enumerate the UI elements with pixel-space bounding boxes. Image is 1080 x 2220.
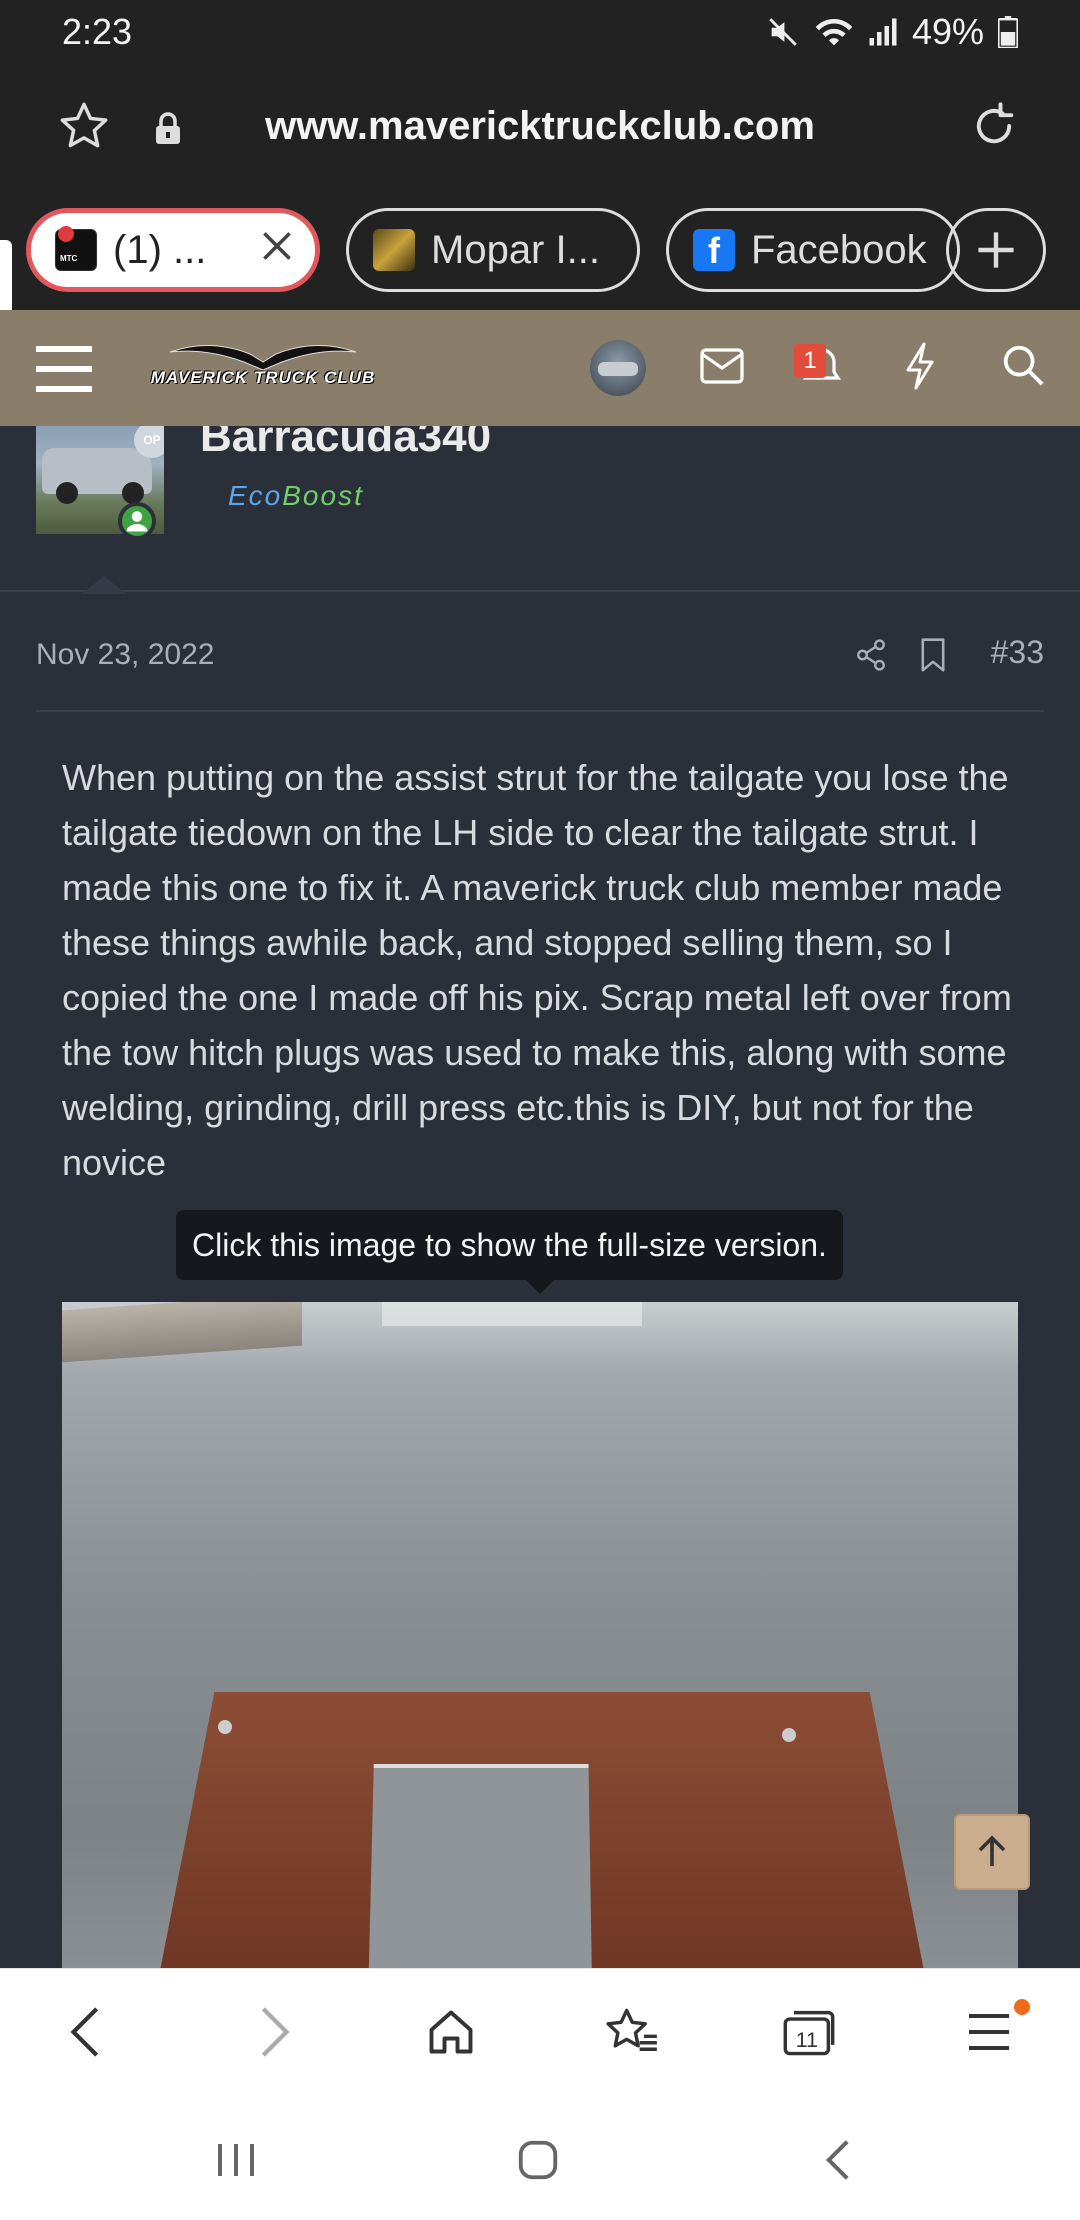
post-author: OP Barracuda340 EcoBoost [0, 426, 1080, 594]
post-number[interactable]: #33 [991, 634, 1044, 671]
mopar-favicon-icon [373, 229, 415, 271]
bookmarks-button[interactable] [596, 1997, 666, 2067]
back-button[interactable] [52, 1997, 122, 2067]
title-part-eco: Eco [228, 480, 283, 511]
account-avatar[interactable] [590, 340, 646, 396]
post-content: OP Barracuda340 EcoBoost Nov 23, 2022 #3… [0, 426, 1080, 1968]
online-status-icon [118, 502, 156, 540]
whats-new-bolt-icon[interactable] [904, 342, 936, 395]
scroll-to-top-button[interactable] [954, 1814, 1030, 1890]
author-pointer [82, 576, 126, 594]
site-header: MAVERICK TRUCK CLUB 1 [0, 310, 1080, 426]
wheel [56, 482, 78, 504]
metal-bar [62, 1302, 302, 1363]
image-highlight [382, 1302, 642, 1326]
new-tab-button[interactable] [946, 208, 1046, 292]
forward-button[interactable] [238, 1997, 308, 2067]
tab-mopar[interactable]: Mopar I... [346, 208, 640, 292]
alerts-badge: 1 [794, 344, 826, 378]
mute-icon [766, 15, 800, 49]
tab-label: Facebook [751, 227, 927, 272]
post-body-text: When putting on the assist strut for the… [62, 757, 1012, 1183]
bookmark-icon[interactable] [918, 638, 948, 680]
author-title: EcoBoost [228, 480, 364, 512]
tab-mavericktruckclub[interactable]: MTC (1) ... [26, 208, 320, 292]
arrow-up-icon [978, 1835, 1006, 1866]
reload-icon[interactable] [968, 100, 1020, 157]
status-time: 2:23 [62, 11, 133, 52]
url-text[interactable]: www.mavericktruckclub.com [0, 104, 1080, 149]
signal-icon [868, 17, 898, 47]
author-username[interactable]: Barracuda340 [200, 426, 491, 462]
share-icon[interactable] [854, 638, 888, 680]
tab-facebook[interactable]: f Facebook [666, 208, 960, 292]
home-button[interactable] [416, 1997, 486, 2067]
post-attachment-image[interactable] [62, 1302, 1018, 1968]
title-part-boost: Boost [282, 480, 364, 511]
battery-level: 49% [911, 11, 984, 52]
battery-icon [998, 16, 1018, 48]
back-nav-button[interactable] [808, 2130, 868, 2190]
plate-hole [782, 1728, 796, 1742]
logo-text: MAVERICK TRUCK CLUB [150, 368, 376, 387]
plate-cutout [367, 1764, 593, 1968]
wifi-icon [814, 15, 854, 49]
tab-count: 11 [796, 2028, 818, 2052]
status-bar: 2:23 49% [0, 0, 1080, 64]
status-icons: 49% [766, 11, 1018, 53]
plate-hole [218, 1720, 232, 1734]
divider [36, 710, 1044, 712]
image-tooltip: Click this image to show the full-size v… [176, 1210, 843, 1294]
mtc-favicon-icon: MTC [55, 226, 97, 271]
recent-apps-button[interactable] [206, 2130, 266, 2190]
address-bar: www.mavericktruckclub.com [0, 64, 1080, 194]
tab-label: Mopar I... [431, 227, 600, 272]
search-icon[interactable] [1000, 342, 1046, 393]
facebook-favicon-icon: f [693, 229, 735, 271]
post-date[interactable]: Nov 23, 2022 [36, 638, 214, 672]
site-logo[interactable]: MAVERICK TRUCK CLUB [150, 340, 376, 400]
inbox-icon[interactable] [700, 348, 744, 389]
wheel [122, 482, 144, 504]
tabs-button[interactable]: 11 [774, 1997, 844, 2067]
alerts-bell-icon[interactable]: 1 [794, 344, 842, 392]
home-nav-button[interactable] [508, 2130, 568, 2190]
browser-toolbar: 11 [0, 1968, 1080, 2094]
tab-label: (1) ... [113, 227, 207, 272]
menu-notification-dot [1014, 1999, 1030, 2015]
tab-strip: MTC (1) ... Mopar I... f Facebook [0, 194, 1080, 310]
close-tab-icon[interactable] [259, 225, 295, 275]
post-meta: Nov 23, 2022 #33 [36, 630, 1044, 690]
system-nav-bar [0, 2094, 1080, 2220]
menu-icon[interactable] [36, 342, 92, 399]
